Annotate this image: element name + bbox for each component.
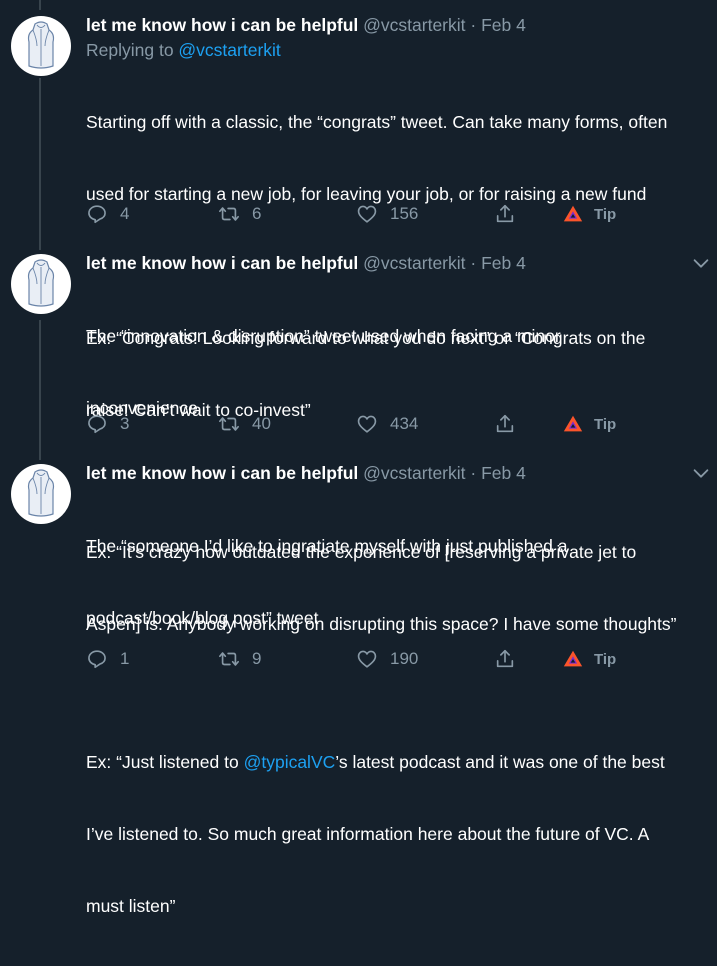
share-button[interactable] bbox=[494, 410, 516, 438]
reply-count: 4 bbox=[120, 204, 130, 223]
tip-button[interactable]: Tip bbox=[562, 410, 616, 438]
reply-icon bbox=[86, 648, 108, 670]
replying-mention-link[interactable]: @vcstarterkit bbox=[178, 40, 280, 60]
tweet-header: let me know how i can be helpful @vcstar… bbox=[86, 460, 717, 486]
tweet-line: The “innovation & disruption” tweet used… bbox=[86, 326, 561, 346]
retweet-button[interactable]: 9 bbox=[218, 645, 261, 673]
heart-icon bbox=[356, 203, 378, 225]
like-button[interactable]: 190 bbox=[356, 645, 418, 673]
tweet-line: Starting off with a classic, the “congra… bbox=[86, 112, 668, 132]
like-button[interactable]: 156 bbox=[356, 200, 418, 228]
tweet-content: let me know how i can be helpful @vcstar… bbox=[86, 460, 717, 966]
retweet-icon bbox=[218, 413, 240, 435]
vest-avatar-icon bbox=[11, 254, 71, 314]
reply-icon bbox=[86, 203, 108, 225]
tweet-text-fragment: ’s latest podcast and it was one of the … bbox=[335, 752, 665, 772]
avatar[interactable] bbox=[11, 16, 71, 76]
retweet-button[interactable]: 40 bbox=[218, 410, 271, 438]
like-count: 156 bbox=[390, 204, 419, 223]
brave-icon bbox=[562, 203, 584, 225]
thread-line bbox=[39, 0, 41, 10]
like-count: 434 bbox=[390, 414, 419, 433]
tweet-text-fragment: Ex: “Just listened to bbox=[86, 752, 244, 772]
tip-label: Tip bbox=[594, 650, 617, 668]
author-name[interactable]: let me know how i can be helpful bbox=[86, 253, 358, 273]
tweet-line: I’ve listened to. So much great informat… bbox=[86, 824, 650, 844]
tip-label: Tip bbox=[594, 205, 617, 223]
share-icon bbox=[494, 413, 516, 435]
share-button[interactable] bbox=[494, 645, 516, 673]
reply-icon bbox=[86, 413, 108, 435]
tip-button[interactable]: Tip bbox=[562, 645, 616, 673]
chevron-down-icon[interactable] bbox=[690, 462, 712, 484]
vest-avatar-icon bbox=[11, 16, 71, 76]
replying-to: Replying to @vcstarterkit bbox=[86, 38, 717, 62]
separator: · bbox=[470, 463, 477, 483]
retweet-icon bbox=[218, 203, 240, 225]
chevron-down-icon[interactable] bbox=[690, 252, 712, 274]
author-handle[interactable]: @vcstarterkit bbox=[363, 15, 465, 35]
tip-button[interactable]: Tip bbox=[562, 200, 616, 228]
tweet-line: The “someone I’d like to ingratiate myse… bbox=[86, 536, 568, 556]
share-icon bbox=[494, 203, 516, 225]
reply-button[interactable]: 3 bbox=[86, 410, 129, 438]
tweet[interactable]: let me know how i can be helpful @vcstar… bbox=[0, 250, 717, 634]
share-button[interactable] bbox=[494, 200, 516, 228]
avatar[interactable] bbox=[11, 464, 71, 524]
brave-icon bbox=[562, 648, 584, 670]
separator: · bbox=[470, 253, 477, 273]
author-handle[interactable]: @vcstarterkit bbox=[363, 463, 465, 483]
like-button[interactable]: 434 bbox=[356, 410, 418, 438]
tweet-line: podcast/book/blog post” tweet bbox=[86, 608, 319, 628]
retweet-count: 9 bbox=[252, 649, 262, 668]
tweet-actions: 1 9 190 Tip bbox=[86, 645, 666, 673]
tweet-line: must listen” bbox=[86, 896, 176, 916]
tweet[interactable]: let me know how i can be helpful @vcstar… bbox=[0, 12, 717, 420]
reply-count: 3 bbox=[120, 414, 130, 433]
author-name[interactable]: let me know how i can be helpful bbox=[86, 463, 358, 483]
like-count: 190 bbox=[390, 649, 419, 668]
retweet-button[interactable]: 6 bbox=[218, 200, 261, 228]
tweet-text: The “someone I’d like to ingratiate myse… bbox=[86, 486, 717, 966]
tweet-date[interactable]: Feb 4 bbox=[481, 463, 526, 483]
tweet-line: Ex: “Just listened to @typicalVC’s lates… bbox=[86, 750, 717, 774]
author-name[interactable]: let me know how i can be helpful bbox=[86, 15, 358, 35]
tweet-header: let me know how i can be helpful @vcstar… bbox=[86, 250, 717, 276]
heart-icon bbox=[356, 648, 378, 670]
separator: · bbox=[470, 15, 477, 35]
retweet-count: 40 bbox=[252, 414, 271, 433]
tweet-header: let me know how i can be helpful @vcstar… bbox=[86, 12, 717, 38]
replying-prefix: Replying to bbox=[86, 40, 179, 60]
vest-avatar-icon bbox=[11, 464, 71, 524]
retweet-icon bbox=[218, 648, 240, 670]
avatar[interactable] bbox=[11, 254, 71, 314]
tip-label: Tip bbox=[594, 415, 617, 433]
tweet[interactable]: let me know how i can be helpful @vcstar… bbox=[0, 460, 717, 916]
retweet-count: 6 bbox=[252, 204, 262, 223]
mention-link[interactable]: @typicalVC bbox=[244, 752, 336, 772]
tweet-date[interactable]: Feb 4 bbox=[481, 253, 526, 273]
reply-count: 1 bbox=[120, 649, 130, 668]
author-handle[interactable]: @vcstarterkit bbox=[363, 253, 465, 273]
tweet-date[interactable]: Feb 4 bbox=[481, 15, 526, 35]
tweet-actions: 3 40 434 Tip bbox=[86, 410, 666, 438]
tweet-actions: 4 6 156 Tip bbox=[86, 200, 666, 228]
share-icon bbox=[494, 648, 516, 670]
heart-icon bbox=[356, 413, 378, 435]
brave-icon bbox=[562, 413, 584, 435]
reply-button[interactable]: 1 bbox=[86, 645, 129, 673]
reply-button[interactable]: 4 bbox=[86, 200, 129, 228]
